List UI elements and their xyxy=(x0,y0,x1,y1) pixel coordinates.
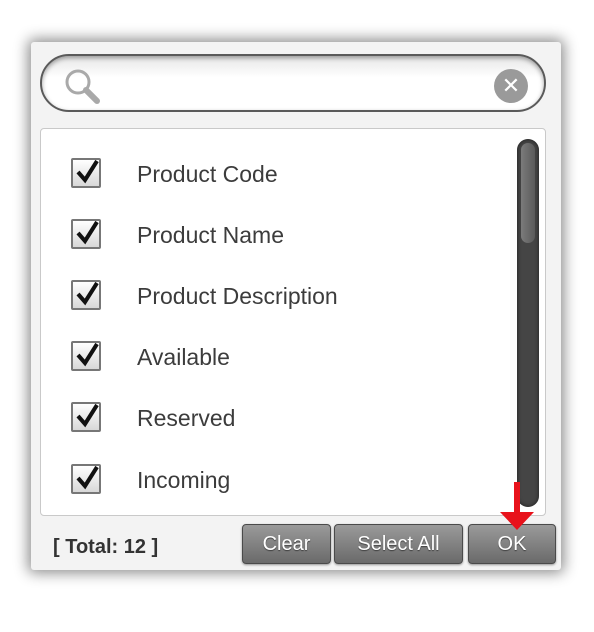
checkbox-checked[interactable] xyxy=(71,341,101,371)
checkmark-icon xyxy=(76,403,99,428)
checkmark-icon xyxy=(76,220,99,245)
checkmark-icon xyxy=(76,159,99,184)
column-list: Product Code Product Name Product Descri… xyxy=(40,128,546,516)
list-item-label: Product Code xyxy=(137,161,278,187)
list-item-label: Product Name xyxy=(137,222,285,248)
list-item-label: Available xyxy=(137,344,230,370)
checkmark-icon xyxy=(76,281,99,306)
column-chooser-panel: ✕ Product Code Product Name Product Desc… xyxy=(31,42,561,570)
list-item-label: Product Description xyxy=(137,283,338,309)
list-item[interactable]: Product Code xyxy=(41,145,501,205)
list-item-label: Reserved xyxy=(137,405,236,431)
checkbox-checked[interactable] xyxy=(71,402,101,432)
select-all-button[interactable]: Select All xyxy=(334,524,463,564)
list-item[interactable]: Product Description xyxy=(41,267,501,327)
red-arrow-annotation xyxy=(500,482,534,530)
search-box[interactable]: ✕ xyxy=(40,54,546,112)
checkmark-icon xyxy=(76,465,99,490)
checkbox-checked[interactable] xyxy=(71,464,101,494)
list-item[interactable]: Incoming xyxy=(41,451,501,511)
checkmark-icon xyxy=(76,342,99,367)
scrollbar-thumb[interactable] xyxy=(521,143,535,243)
clear-button[interactable]: Clear xyxy=(242,524,331,564)
total-count-label: [ Total: 12 ] xyxy=(53,536,159,558)
list-item-label: Incoming xyxy=(137,467,231,493)
magnifier-icon xyxy=(65,69,100,104)
list-item[interactable]: Available xyxy=(41,328,501,388)
checkbox-checked[interactable] xyxy=(71,158,101,188)
clear-x-icon[interactable]: ✕ xyxy=(494,69,528,103)
list-item[interactable]: Reserved xyxy=(41,389,501,449)
vertical-scrollbar[interactable] xyxy=(517,139,539,507)
checkbox-checked[interactable] xyxy=(71,219,101,249)
search-input[interactable] xyxy=(112,70,486,102)
list-item[interactable]: Product Name xyxy=(41,206,501,266)
checkbox-checked[interactable] xyxy=(71,280,101,310)
